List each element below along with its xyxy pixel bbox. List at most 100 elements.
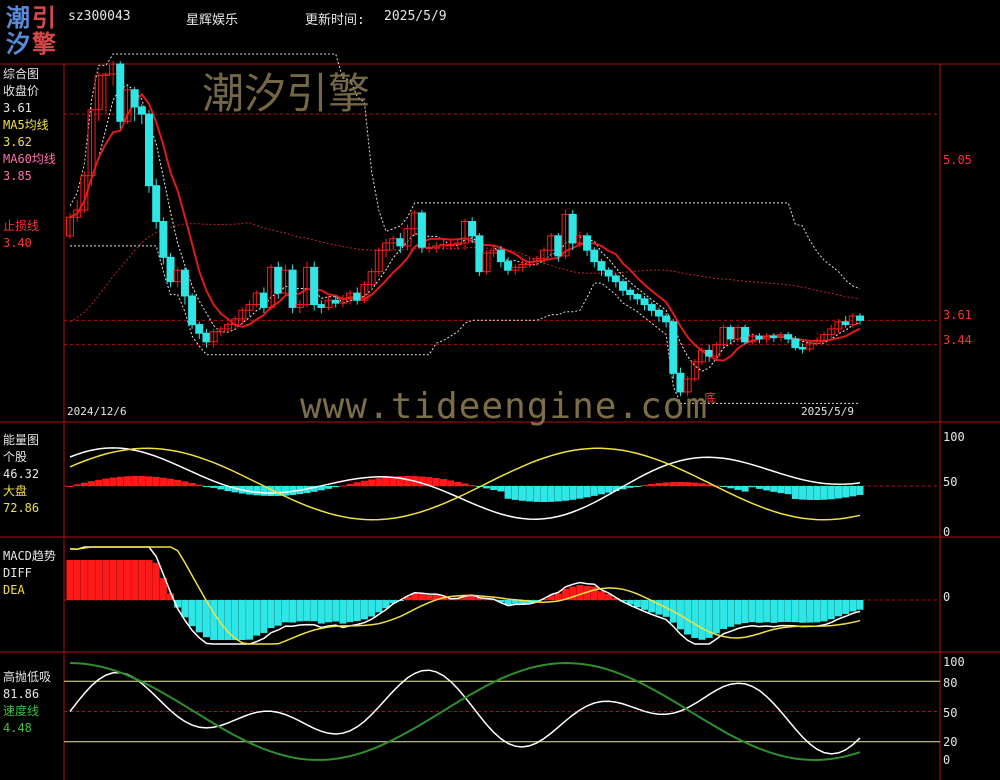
macd-bar bbox=[109, 560, 117, 600]
candle-body bbox=[798, 347, 807, 350]
energy-bar bbox=[497, 486, 505, 492]
main-legend: 综合图 收盘价 3.61 MA5均线 3.62 MA60均线 3.85 bbox=[3, 66, 56, 185]
candle-body bbox=[705, 349, 714, 357]
candle-body bbox=[626, 289, 635, 296]
energy-bar bbox=[626, 486, 634, 488]
macd-bar bbox=[748, 600, 756, 623]
macd-bar bbox=[590, 586, 598, 600]
energy-bar bbox=[748, 486, 756, 488]
macd-bar bbox=[375, 600, 383, 613]
energy-bar bbox=[66, 486, 74, 487]
macd-bar bbox=[181, 600, 189, 618]
date-start: 2024/12/6 bbox=[67, 405, 127, 418]
candle-body bbox=[504, 261, 513, 271]
energy-bar bbox=[834, 486, 842, 499]
macd-bar bbox=[784, 600, 792, 622]
macd-bar bbox=[360, 600, 368, 620]
macd-bar bbox=[145, 560, 153, 600]
macd-bar bbox=[720, 600, 728, 629]
macd-bar bbox=[102, 560, 110, 600]
macd-bar bbox=[641, 600, 649, 610]
energy-bar bbox=[281, 486, 289, 496]
macd-bar bbox=[296, 600, 304, 622]
energy-bar bbox=[325, 486, 333, 489]
energy-bar bbox=[684, 482, 692, 486]
energy-bar bbox=[597, 486, 605, 495]
ma60-value: 3.85 bbox=[3, 169, 32, 183]
macd-bar bbox=[791, 600, 799, 623]
energy-bar bbox=[576, 486, 584, 499]
energy-bar bbox=[375, 478, 383, 486]
watermark-brand: 潮汐引擎 bbox=[202, 69, 371, 118]
axis-label-price: 5.05 bbox=[943, 153, 972, 167]
candle-body bbox=[568, 213, 577, 244]
stoploss-label: 止损线 bbox=[3, 219, 40, 233]
macd-bar bbox=[195, 600, 203, 633]
energy-bar bbox=[131, 476, 139, 486]
energy-bar bbox=[669, 482, 677, 486]
candle-body bbox=[741, 326, 750, 343]
energy-bar bbox=[454, 481, 462, 486]
energy-bar bbox=[827, 486, 835, 500]
macd-bar bbox=[727, 600, 735, 627]
macd-bar bbox=[597, 591, 605, 600]
energy-bar bbox=[676, 482, 684, 486]
energy-bar bbox=[662, 482, 670, 486]
energy-bar bbox=[590, 486, 598, 496]
market-energy-label: 大盘 bbox=[3, 484, 28, 498]
energy-bar bbox=[368, 479, 376, 486]
candle-body bbox=[468, 221, 477, 237]
energy-bar bbox=[202, 486, 210, 487]
energy-bar bbox=[799, 486, 807, 500]
macd-bar bbox=[353, 600, 361, 622]
energy-bar bbox=[554, 486, 562, 502]
energy-bar bbox=[806, 486, 814, 500]
energy-bar bbox=[195, 484, 203, 486]
close-value: 3.61 bbox=[3, 101, 32, 115]
candle-body bbox=[791, 338, 800, 349]
macd-bar bbox=[66, 560, 74, 600]
candle-body bbox=[619, 281, 627, 291]
candle-body bbox=[331, 299, 340, 304]
macd-bar bbox=[253, 600, 261, 636]
axis-label-energy: 50 bbox=[943, 475, 958, 489]
macd-bar bbox=[260, 600, 268, 633]
candle-body bbox=[310, 266, 319, 306]
energy-bar bbox=[547, 486, 555, 502]
candle-body bbox=[137, 106, 146, 115]
candle-body bbox=[647, 304, 656, 311]
energy-bar bbox=[504, 486, 512, 499]
macd-bar bbox=[123, 560, 131, 600]
candle-body bbox=[669, 321, 678, 374]
candle-body bbox=[769, 335, 778, 339]
ma5-value: 3.62 bbox=[3, 135, 32, 149]
market-energy-value: 72.86 bbox=[3, 501, 40, 515]
highlow-title: 高抛低吸 bbox=[3, 670, 52, 684]
candle-body bbox=[554, 235, 563, 257]
dea-label: DEA bbox=[3, 583, 25, 597]
macd-bar bbox=[303, 600, 311, 622]
energy-bar bbox=[174, 480, 182, 486]
macd-legend: MACD趋势 DIFF DEA bbox=[3, 548, 56, 599]
macd-bar bbox=[849, 600, 857, 612]
candle-body bbox=[662, 315, 671, 323]
candle-body bbox=[130, 89, 139, 108]
energy-bar bbox=[655, 483, 663, 486]
watermark-url: www.tideengine.com bbox=[300, 386, 709, 427]
energy-bar bbox=[691, 482, 699, 486]
close-label: 收盘价 bbox=[3, 84, 40, 98]
macd-bar bbox=[346, 600, 354, 623]
energy-bar bbox=[483, 486, 491, 489]
energy-bar bbox=[102, 478, 110, 486]
macd-bar bbox=[777, 600, 785, 622]
macd-bar bbox=[317, 600, 325, 624]
macd-bar bbox=[246, 600, 254, 640]
candle-body bbox=[425, 246, 434, 249]
macd-bar bbox=[842, 600, 850, 614]
macd-bar bbox=[88, 560, 96, 600]
candle-body bbox=[640, 298, 649, 306]
axis-label-highlow: 80 bbox=[943, 676, 958, 690]
macd-bar bbox=[281, 600, 289, 623]
macd-bar bbox=[267, 600, 275, 629]
diff-label: DIFF bbox=[3, 566, 32, 580]
